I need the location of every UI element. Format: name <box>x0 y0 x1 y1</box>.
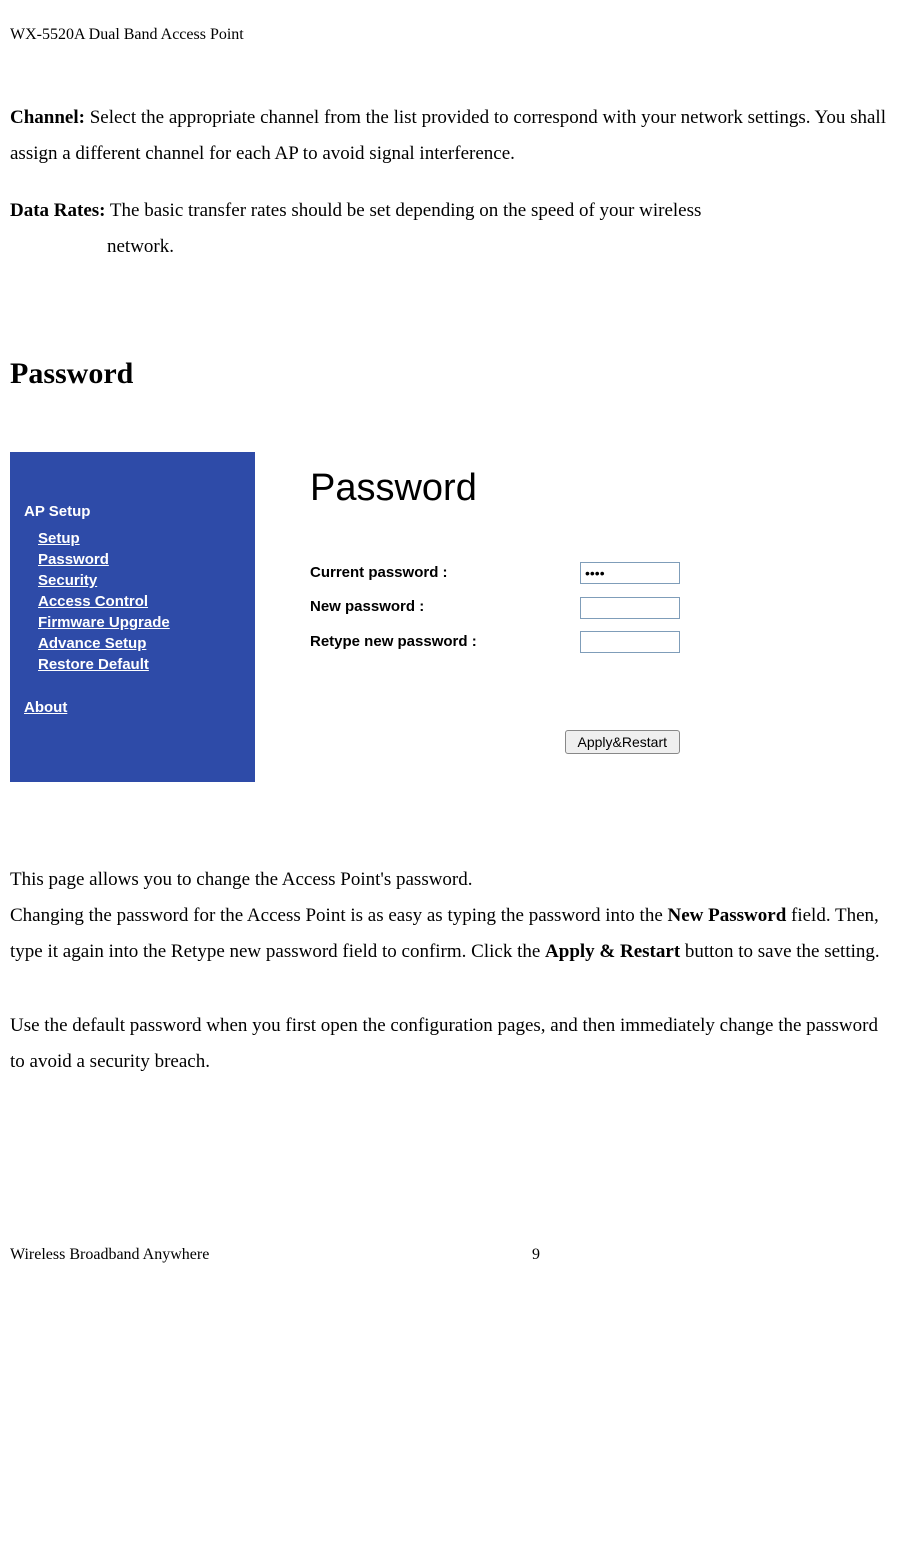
data-rates-text-line1: The basic transfer rates should be set d… <box>106 200 702 221</box>
channel-label: Channel: <box>10 107 85 128</box>
sidebar-item-firmware-upgrade[interactable]: Firmware Upgrade <box>38 612 255 633</box>
sidebar-item-about[interactable]: About <box>24 697 255 718</box>
content-title: Password <box>310 452 680 524</box>
apply-restart-button[interactable]: Apply&Restart <box>565 730 680 754</box>
password-heading: Password <box>10 345 890 402</box>
current-password-row: Current password : <box>310 559 680 588</box>
footer: Wireless Broadband Anywhere 9 <box>10 1240 890 1270</box>
button-row: Apply&Restart <box>310 724 680 760</box>
sidebar-heading: AP Setup <box>24 498 255 527</box>
body-paragraph-1: This page allows you to change the Acces… <box>10 862 890 898</box>
channel-text: Select the appropriate channel from the … <box>10 107 886 164</box>
new-password-label: New password : <box>310 593 580 622</box>
body-p2-bold2: Apply & Restart <box>545 941 680 962</box>
body-p2-part3: button to save the setting. <box>680 941 879 962</box>
footer-text: Wireless Broadband Anywhere <box>10 1240 209 1270</box>
current-password-input[interactable] <box>580 562 680 584</box>
channel-section: Channel: Select the appropriate channel … <box>10 100 890 172</box>
retype-password-row: Retype new password : <box>310 628 680 657</box>
new-password-row: New password : <box>310 593 680 622</box>
content-panel: Password Current password : New password… <box>310 452 680 761</box>
sidebar-item-restore-default[interactable]: Restore Default <box>38 654 255 675</box>
current-password-label: Current password : <box>310 559 580 588</box>
body-paragraph-2: Changing the password for the Access Poi… <box>10 898 890 970</box>
sidebar-item-access-control[interactable]: Access Control <box>38 591 255 612</box>
footer-page-number: 9 <box>532 1240 540 1270</box>
sidebar-item-advance-setup[interactable]: Advance Setup <box>38 633 255 654</box>
data-rates-text-line2: network. <box>107 229 890 265</box>
screenshot-container: AP Setup Setup Password Security Access … <box>10 452 890 782</box>
new-password-input[interactable] <box>580 597 680 619</box>
retype-password-label: Retype new password : <box>310 628 580 657</box>
document-header: WX-5520A Dual Band Access Point <box>10 20 890 50</box>
data-rates-section: Data Rates: The basic transfer rates sho… <box>10 193 890 265</box>
sidebar-panel: AP Setup Setup Password Security Access … <box>10 452 255 782</box>
sidebar-item-security[interactable]: Security <box>38 570 255 591</box>
sidebar-item-setup[interactable]: Setup <box>38 528 255 549</box>
retype-password-input[interactable] <box>580 631 680 653</box>
body-paragraph-3: Use the default password when you first … <box>10 1008 890 1080</box>
body-p2-bold1: New Password <box>668 905 787 926</box>
data-rates-label: Data Rates: <box>10 200 106 221</box>
body-p2-part1: Changing the password for the Access Poi… <box>10 905 668 926</box>
sidebar-item-password[interactable]: Password <box>38 549 255 570</box>
